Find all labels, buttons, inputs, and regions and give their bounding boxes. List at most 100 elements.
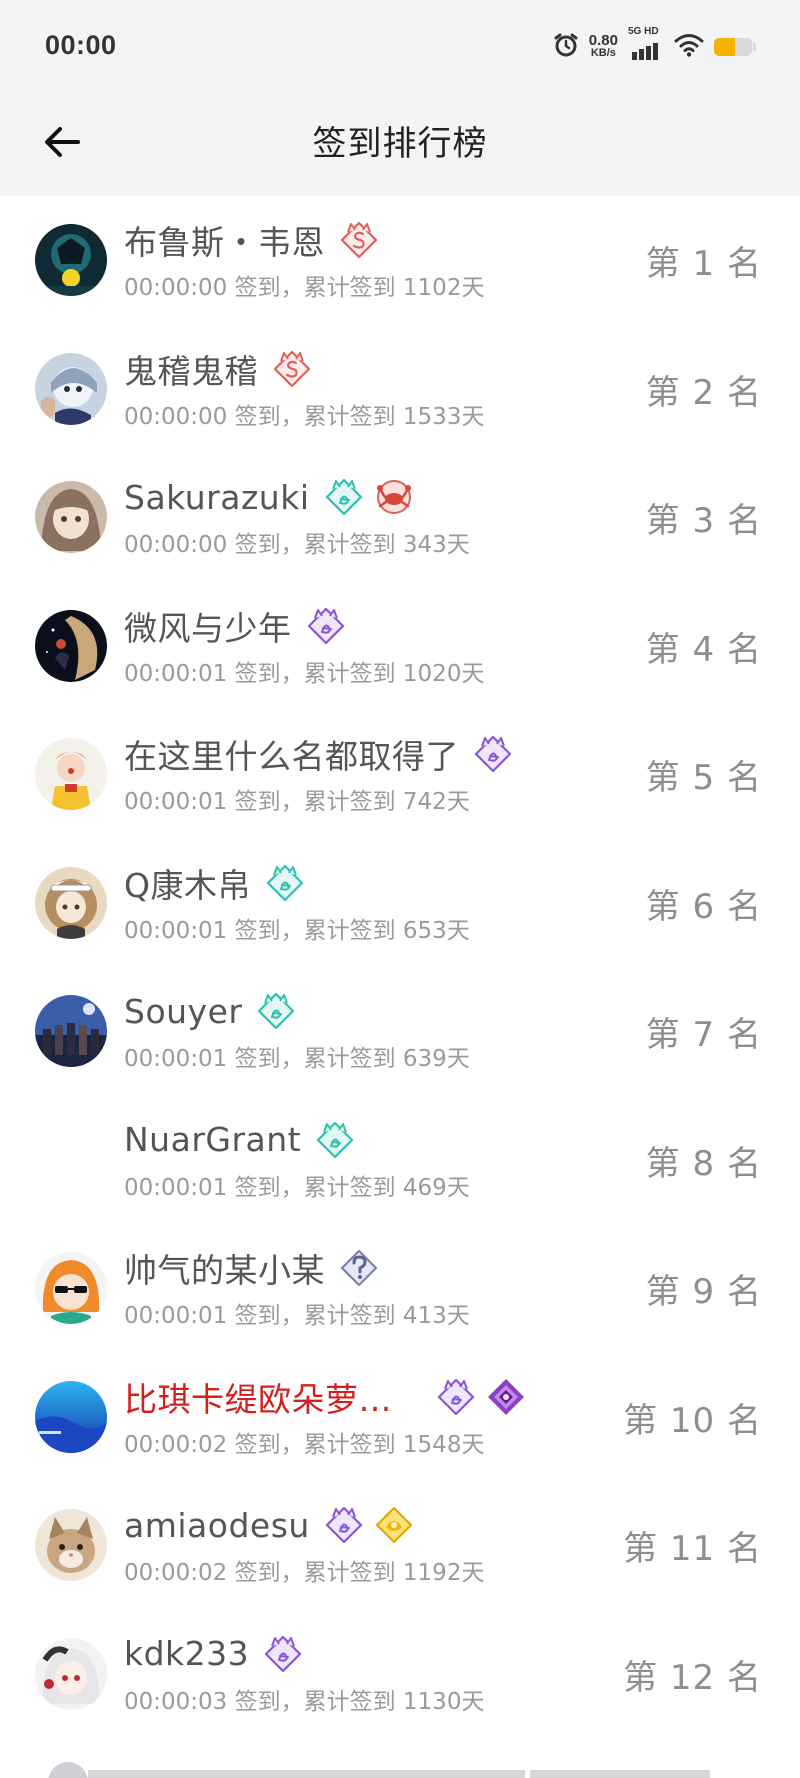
- name-line: Souyer: [124, 989, 296, 1033]
- rank-label: 第 10 名: [623, 1400, 762, 1441]
- avatar[interactable]: [35, 866, 107, 939]
- status-icons: 0.80 KB/s 5G HD: [553, 26, 756, 64]
- rank-label: 第 11 名: [623, 1529, 762, 1569]
- user-name[interactable]: NuarGrant: [124, 1120, 301, 1159]
- checkin-info: 00:00:01 签到，累计签到 1020天: [124, 660, 485, 687]
- ranking-row[interactable]: 在这里什么名都取得了 00:00:01 签到，累计签到 742天 第 5 名: [0, 710, 800, 839]
- speed-unit: KB/s: [590, 47, 616, 59]
- avatar[interactable]: [35, 1123, 107, 1196]
- avatar[interactable]: [35, 1637, 107, 1710]
- teal-cat-badge-icon: [265, 863, 305, 903]
- ranking-row[interactable]: amiaodesu 00:00:02 签到，累计签到 1192天 第 11 名: [0, 1481, 800, 1610]
- checkin-info: 00:00:00 签到，累计签到 1533天: [124, 403, 485, 430]
- ranking-list: 布鲁斯・韦恩 00:00:00 签到，累计签到 1102天 第 1 名鬼稽鬼稽 00:…: [0, 196, 800, 1738]
- user-name[interactable]: kdk233: [124, 1634, 249, 1673]
- network-speed: 0.80 KB/s: [588, 32, 618, 60]
- s-badge-icon: [339, 220, 379, 260]
- wifi-icon: [674, 33, 704, 61]
- avatar[interactable]: [35, 1509, 107, 1581]
- name-line: Sakurazuki: [124, 475, 414, 519]
- s-badge-icon: [272, 349, 312, 389]
- battery-tip: [753, 43, 756, 51]
- checkin-info: 00:00:00 签到，累计签到 1102天: [124, 275, 485, 301]
- ranking-row[interactable]: 微风与少年 00:00:01 签到，累计签到 1020天 第 4 名: [0, 582, 800, 711]
- checkin-info: 00:00:00 签到，累计签到 343天: [124, 532, 470, 558]
- user-name[interactable]: Souyer: [124, 992, 242, 1031]
- rank-label: 第 7 名: [645, 1015, 762, 1055]
- avatar[interactable]: [35, 1380, 107, 1453]
- name-line: 在这里什么名都取得了: [124, 732, 513, 776]
- ranking-row[interactable]: NuarGrant 00:00:01 签到，累计签到 469天 第 8 名: [0, 1096, 800, 1225]
- teal-cat-badge-icon: [324, 477, 364, 517]
- name-line: 微风与少年: [124, 604, 346, 648]
- avatar[interactable]: [35, 609, 107, 682]
- rank-label: 第 12 名: [623, 1657, 762, 1698]
- ranking-row[interactable]: Souyer 00:00:01 签到，累计签到 639天 第 7 名: [0, 967, 800, 1096]
- avatar[interactable]: [35, 1252, 107, 1324]
- purple-cat-badge-icon: [306, 606, 346, 646]
- rank-label: 第 8 名: [645, 1143, 762, 1184]
- page-title: 签到排行榜: [312, 124, 488, 164]
- ranking-row[interactable]: kdk233 00:00:03 签到，累计签到 1130天 第 12 名: [0, 1610, 800, 1739]
- purple-gem-badge-icon: [486, 1377, 526, 1417]
- name-line: NuarGrant: [124, 1118, 355, 1162]
- question-badge-icon: [339, 1248, 379, 1288]
- signal-icon: 5G HD: [628, 26, 664, 62]
- checkin-info: 00:00:01 签到，累计签到 742天: [124, 789, 470, 815]
- rank-label: 第 4 名: [645, 629, 762, 670]
- next-row-peek: [0, 1740, 800, 1778]
- ranking-row[interactable]: 布鲁斯・韦恩 00:00:00 签到，累计签到 1102天 第 1 名: [0, 196, 800, 325]
- rank-label: 第 6 名: [645, 886, 762, 927]
- user-name[interactable]: 比琪卡缇欧朵萝…: [124, 1373, 392, 1421]
- teal-cat-badge-icon: [256, 991, 296, 1031]
- avatar[interactable]: [35, 224, 107, 296]
- name-line: kdk233: [124, 1632, 303, 1676]
- checkin-info: 00:00:01 签到，累计签到 639天: [124, 1046, 470, 1072]
- rank-label: 第 5 名: [645, 758, 762, 798]
- rank-label: 第 9 名: [645, 1272, 762, 1312]
- ranking-row[interactable]: 帅气的某小某 00:00:01 签到，累计签到 413天 第 9 名: [0, 1224, 800, 1353]
- gold-badge-icon: [374, 1505, 414, 1545]
- user-name[interactable]: amiaodesu: [124, 1506, 310, 1545]
- purple-cat-badge-icon: [324, 1505, 364, 1545]
- ranking-row[interactable]: Q康木帛 00:00:01 签到，累计签到 653天 第 6 名: [0, 839, 800, 968]
- ranking-row[interactable]: Sakurazuki 00:00:00 签到，累计签到 343天 第 3 名: [0, 453, 800, 582]
- battery-icon: [714, 38, 752, 56]
- name-line: 鬼稽鬼稽: [124, 347, 312, 391]
- avatar[interactable]: [35, 352, 107, 425]
- purple-cat-badge-icon: [263, 1634, 303, 1674]
- checkin-info: 00:00:01 签到，累计签到 653天: [124, 917, 470, 944]
- user-name[interactable]: 在这里什么名都取得了: [124, 730, 459, 778]
- status-time: 00:00: [45, 30, 117, 60]
- purple-cat-badge-icon: [436, 1377, 476, 1417]
- name-line: 帅气的某小某: [124, 1246, 379, 1290]
- ranking-row[interactable]: 比琪卡缇欧朵萝… 00:00:02 签到，累计签到 1548天 第 10 名: [0, 1353, 800, 1482]
- checkin-info: 00:00:02 签到，累计签到 1192天: [124, 1560, 485, 1586]
- name-line: Q康木帛: [124, 861, 305, 905]
- user-name[interactable]: 布鲁斯・韦恩: [124, 216, 325, 264]
- checkin-info: 00:00:02 签到，累计签到 1548天: [124, 1431, 485, 1458]
- status-bar: 00:00 0.80 KB/s 5G HD: [0, 0, 800, 96]
- user-name[interactable]: 微风与少年: [124, 602, 292, 650]
- alarm-icon: [553, 32, 579, 62]
- rank-label: 第 2 名: [645, 372, 762, 413]
- name-line: amiaodesu: [124, 1503, 414, 1547]
- teal-cat-badge-icon: [315, 1120, 355, 1160]
- avatar[interactable]: [35, 995, 107, 1067]
- app-header: 签到排行榜: [0, 96, 800, 196]
- checkin-info: 00:00:01 签到，累计签到 469天: [124, 1174, 470, 1201]
- user-name[interactable]: Sakurazuki: [124, 478, 310, 517]
- ranking-row[interactable]: 鬼稽鬼稽 00:00:00 签到，累计签到 1533天 第 2 名: [0, 325, 800, 454]
- avatar[interactable]: [35, 738, 107, 810]
- user-name[interactable]: 帅气的某小某: [124, 1244, 325, 1292]
- user-name[interactable]: Q康木帛: [124, 859, 251, 907]
- rank-label: 第 1 名: [645, 244, 762, 284]
- name-line: 比琪卡缇欧朵萝…: [124, 1375, 526, 1419]
- user-name[interactable]: 鬼稽鬼稽: [124, 345, 258, 393]
- purple-cat-badge-icon: [473, 734, 513, 774]
- crab-badge-icon: [374, 477, 414, 517]
- speed-value: 0.80: [588, 32, 618, 49]
- checkin-info: 00:00:03 签到，累计签到 1130天: [124, 1688, 485, 1715]
- rank-label: 第 3 名: [645, 501, 762, 541]
- avatar[interactable]: [35, 481, 107, 553]
